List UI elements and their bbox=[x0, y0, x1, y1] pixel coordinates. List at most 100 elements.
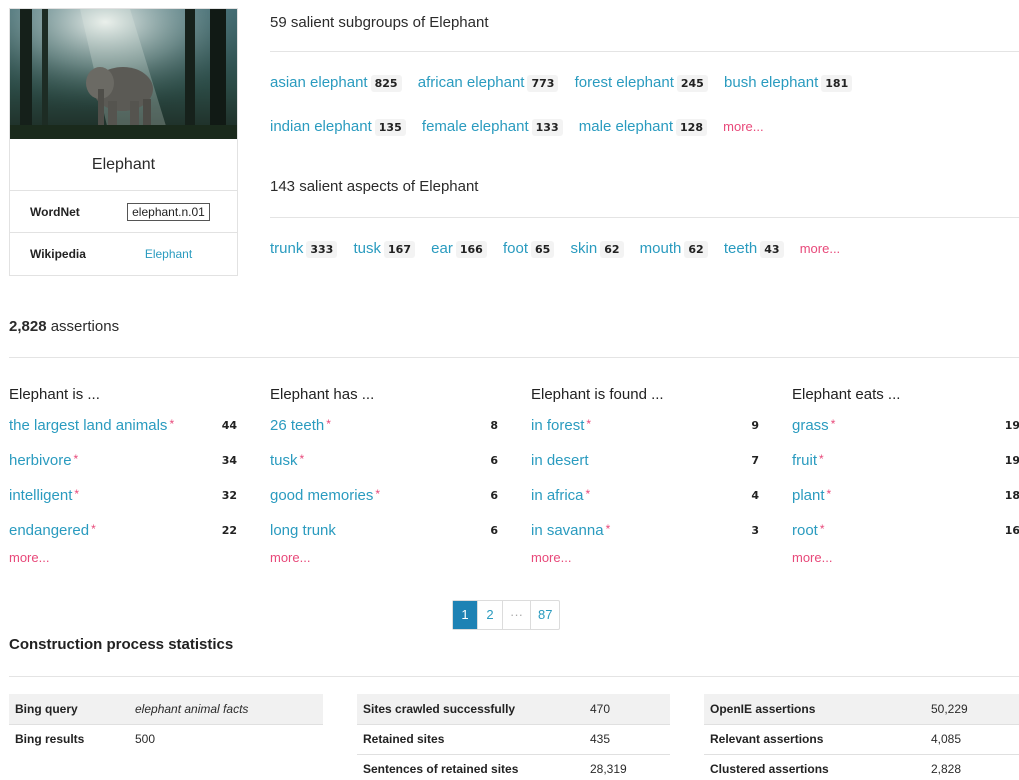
assertion-row[interactable]: in africa * 4 bbox=[531, 478, 759, 513]
assertion-row[interactable]: plant * 18 bbox=[792, 478, 1019, 513]
assertion-row[interactable]: endangered * 22 bbox=[9, 513, 237, 548]
subgroups-heading: 59 salient subgroups of Elephant bbox=[270, 14, 489, 31]
stats-table-crawl: Sites crawled successfully 470 Retained s… bbox=[357, 694, 670, 780]
aspects-more-link[interactable]: more... bbox=[800, 241, 840, 256]
aspect-tag[interactable]: teeth 43 bbox=[724, 240, 784, 258]
stats-table-search: Bing query elephant animal facts Bing res… bbox=[9, 694, 323, 754]
page-1-button[interactable]: 1 bbox=[453, 601, 478, 629]
assertion-row[interactable]: long trunk 6 bbox=[270, 513, 498, 548]
column-heading: Elephant has ... bbox=[270, 386, 375, 403]
star-icon: * bbox=[169, 417, 175, 431]
star-icon: * bbox=[586, 417, 592, 431]
assertions-count: 2,828 assertions bbox=[9, 318, 120, 335]
page-87-button[interactable]: 87 bbox=[531, 601, 559, 629]
assertions-more-link[interactable]: more... bbox=[531, 550, 759, 565]
assertion-row[interactable]: in forest * 9 bbox=[531, 408, 759, 443]
star-icon: * bbox=[73, 452, 79, 466]
stat-label: Bing results bbox=[9, 723, 129, 754]
subgroup-tag[interactable]: forest elephant 245 bbox=[575, 74, 708, 92]
assertion-row[interactable]: root * 16 bbox=[792, 513, 1019, 548]
stat-label: Bing query bbox=[9, 694, 129, 724]
subgroup-tag[interactable]: male elephant 128 bbox=[579, 118, 707, 136]
entity-card: Elephant WordNet elephant.n.01 Wikipedia… bbox=[9, 8, 238, 276]
elephant-photo bbox=[10, 9, 237, 139]
stat-label: Sites crawled successfully bbox=[357, 694, 584, 724]
assertion-row[interactable]: in savanna * 3 bbox=[531, 513, 759, 548]
stats-heading: Construction process statistics bbox=[9, 636, 234, 653]
assertion-row[interactable]: tusk * 6 bbox=[270, 443, 498, 478]
stat-value: elephant animal facts bbox=[129, 694, 323, 724]
stat-label: Clustered assertions bbox=[704, 753, 925, 780]
subgroup-tag[interactable]: bush elephant 181 bbox=[724, 74, 853, 92]
entity-title: Elephant bbox=[10, 139, 237, 191]
assertions-more-link[interactable]: more... bbox=[270, 550, 498, 565]
stat-value: 500 bbox=[129, 723, 323, 754]
aspect-tag[interactable]: foot 65 bbox=[503, 240, 555, 258]
aspect-tag[interactable]: trunk 333 bbox=[270, 240, 338, 258]
subgroup-tag[interactable]: african elephant 773 bbox=[418, 74, 559, 92]
star-icon: * bbox=[605, 522, 611, 536]
subgroup-tag[interactable]: female elephant 133 bbox=[422, 118, 563, 136]
star-icon: * bbox=[819, 522, 825, 536]
stat-value: 28,319 bbox=[584, 753, 670, 780]
wordnet-label: WordNet bbox=[30, 204, 80, 219]
assertions-more-link[interactable]: more... bbox=[792, 550, 1019, 565]
stat-label: Relevant assertions bbox=[704, 723, 925, 754]
stat-value: 435 bbox=[584, 723, 670, 754]
assertion-column-has: Elephant has ... 26 teeth * 8 tusk * 6 good … bbox=[270, 386, 498, 565]
star-icon: * bbox=[74, 487, 80, 501]
column-heading: Elephant is found ... bbox=[531, 386, 664, 403]
divider bbox=[9, 357, 1019, 358]
subgroups-more-link[interactable]: more... bbox=[723, 119, 763, 134]
star-icon: * bbox=[830, 417, 836, 431]
assertion-row[interactable]: intelligent * 32 bbox=[9, 478, 237, 513]
divider bbox=[270, 217, 1019, 218]
column-heading: Elephant eats ... bbox=[792, 386, 901, 403]
aspect-tag[interactable]: tusk 167 bbox=[354, 240, 415, 258]
column-heading: Elephant is ... bbox=[9, 386, 100, 403]
divider bbox=[9, 676, 1019, 677]
wikipedia-row: Wikipedia Elephant bbox=[10, 233, 237, 275]
wikipedia-link[interactable]: Elephant bbox=[145, 247, 192, 261]
assertion-column-found: Elephant is found ... in forest * 9 in des… bbox=[531, 386, 759, 565]
stat-label: Sentences of retained sites bbox=[357, 753, 584, 780]
star-icon: * bbox=[375, 487, 381, 501]
assertion-row[interactable]: fruit * 19 bbox=[792, 443, 1019, 478]
assertion-column-is: Elephant is ... the largest land animals… bbox=[9, 386, 237, 565]
assertion-row[interactable]: 26 teeth * 8 bbox=[270, 408, 498, 443]
subgroups-row-2: indian elephant 135 female elephant 133 ma… bbox=[270, 118, 764, 136]
divider bbox=[270, 51, 1019, 52]
page-ellipsis: ··· bbox=[503, 601, 531, 629]
assertion-row[interactable]: grass * 19 bbox=[792, 408, 1019, 443]
star-icon: * bbox=[585, 487, 591, 501]
aspect-tag[interactable]: skin 62 bbox=[571, 240, 624, 258]
assertion-row[interactable]: the largest land animals * 44 bbox=[9, 408, 237, 443]
star-icon: * bbox=[299, 452, 305, 466]
subgroup-tag[interactable]: asian elephant 825 bbox=[270, 74, 402, 92]
assertion-row[interactable]: in desert 7 bbox=[531, 443, 759, 478]
star-icon: * bbox=[819, 452, 824, 466]
page-2-button[interactable]: 2 bbox=[478, 601, 503, 629]
assertion-column-eats: Elephant eats ... grass * 19 fruit * 19 plan… bbox=[792, 386, 1019, 565]
stat-value: 50,229 bbox=[925, 694, 1019, 724]
assertion-row[interactable]: good memories * 6 bbox=[270, 478, 498, 513]
star-icon: * bbox=[326, 417, 331, 431]
wikipedia-label: Wikipedia bbox=[30, 247, 86, 261]
pagination: 1 2 ··· 87 bbox=[452, 600, 561, 630]
stats-table-assertions: OpenIE assertions 50,229 Relevant asserti… bbox=[704, 694, 1019, 780]
aspects-heading: 143 salient aspects of Elephant bbox=[270, 178, 479, 195]
stat-value: 4,085 bbox=[925, 723, 1019, 754]
aspects-row: trunk 333 tusk 167 ear 166 foot 65 skin 62 mo… bbox=[270, 240, 840, 258]
subgroup-tag[interactable]: indian elephant 135 bbox=[270, 118, 406, 136]
stat-value: 2,828 bbox=[925, 753, 1019, 780]
star-icon: * bbox=[91, 522, 96, 536]
aspect-tag[interactable]: ear 166 bbox=[431, 240, 487, 258]
assertion-row[interactable]: herbivore * 34 bbox=[9, 443, 237, 478]
assertions-more-link[interactable]: more... bbox=[9, 550, 237, 565]
stat-label: Retained sites bbox=[357, 723, 584, 754]
wordnet-synset[interactable]: elephant.n.01 bbox=[127, 202, 210, 221]
stat-label: OpenIE assertions bbox=[704, 694, 925, 724]
subgroups-row-1: asian elephant 825 african elephant 773 fo… bbox=[270, 74, 864, 92]
aspect-tag[interactable]: mouth 62 bbox=[640, 240, 708, 258]
wordnet-row: WordNet elephant.n.01 bbox=[10, 191, 237, 233]
